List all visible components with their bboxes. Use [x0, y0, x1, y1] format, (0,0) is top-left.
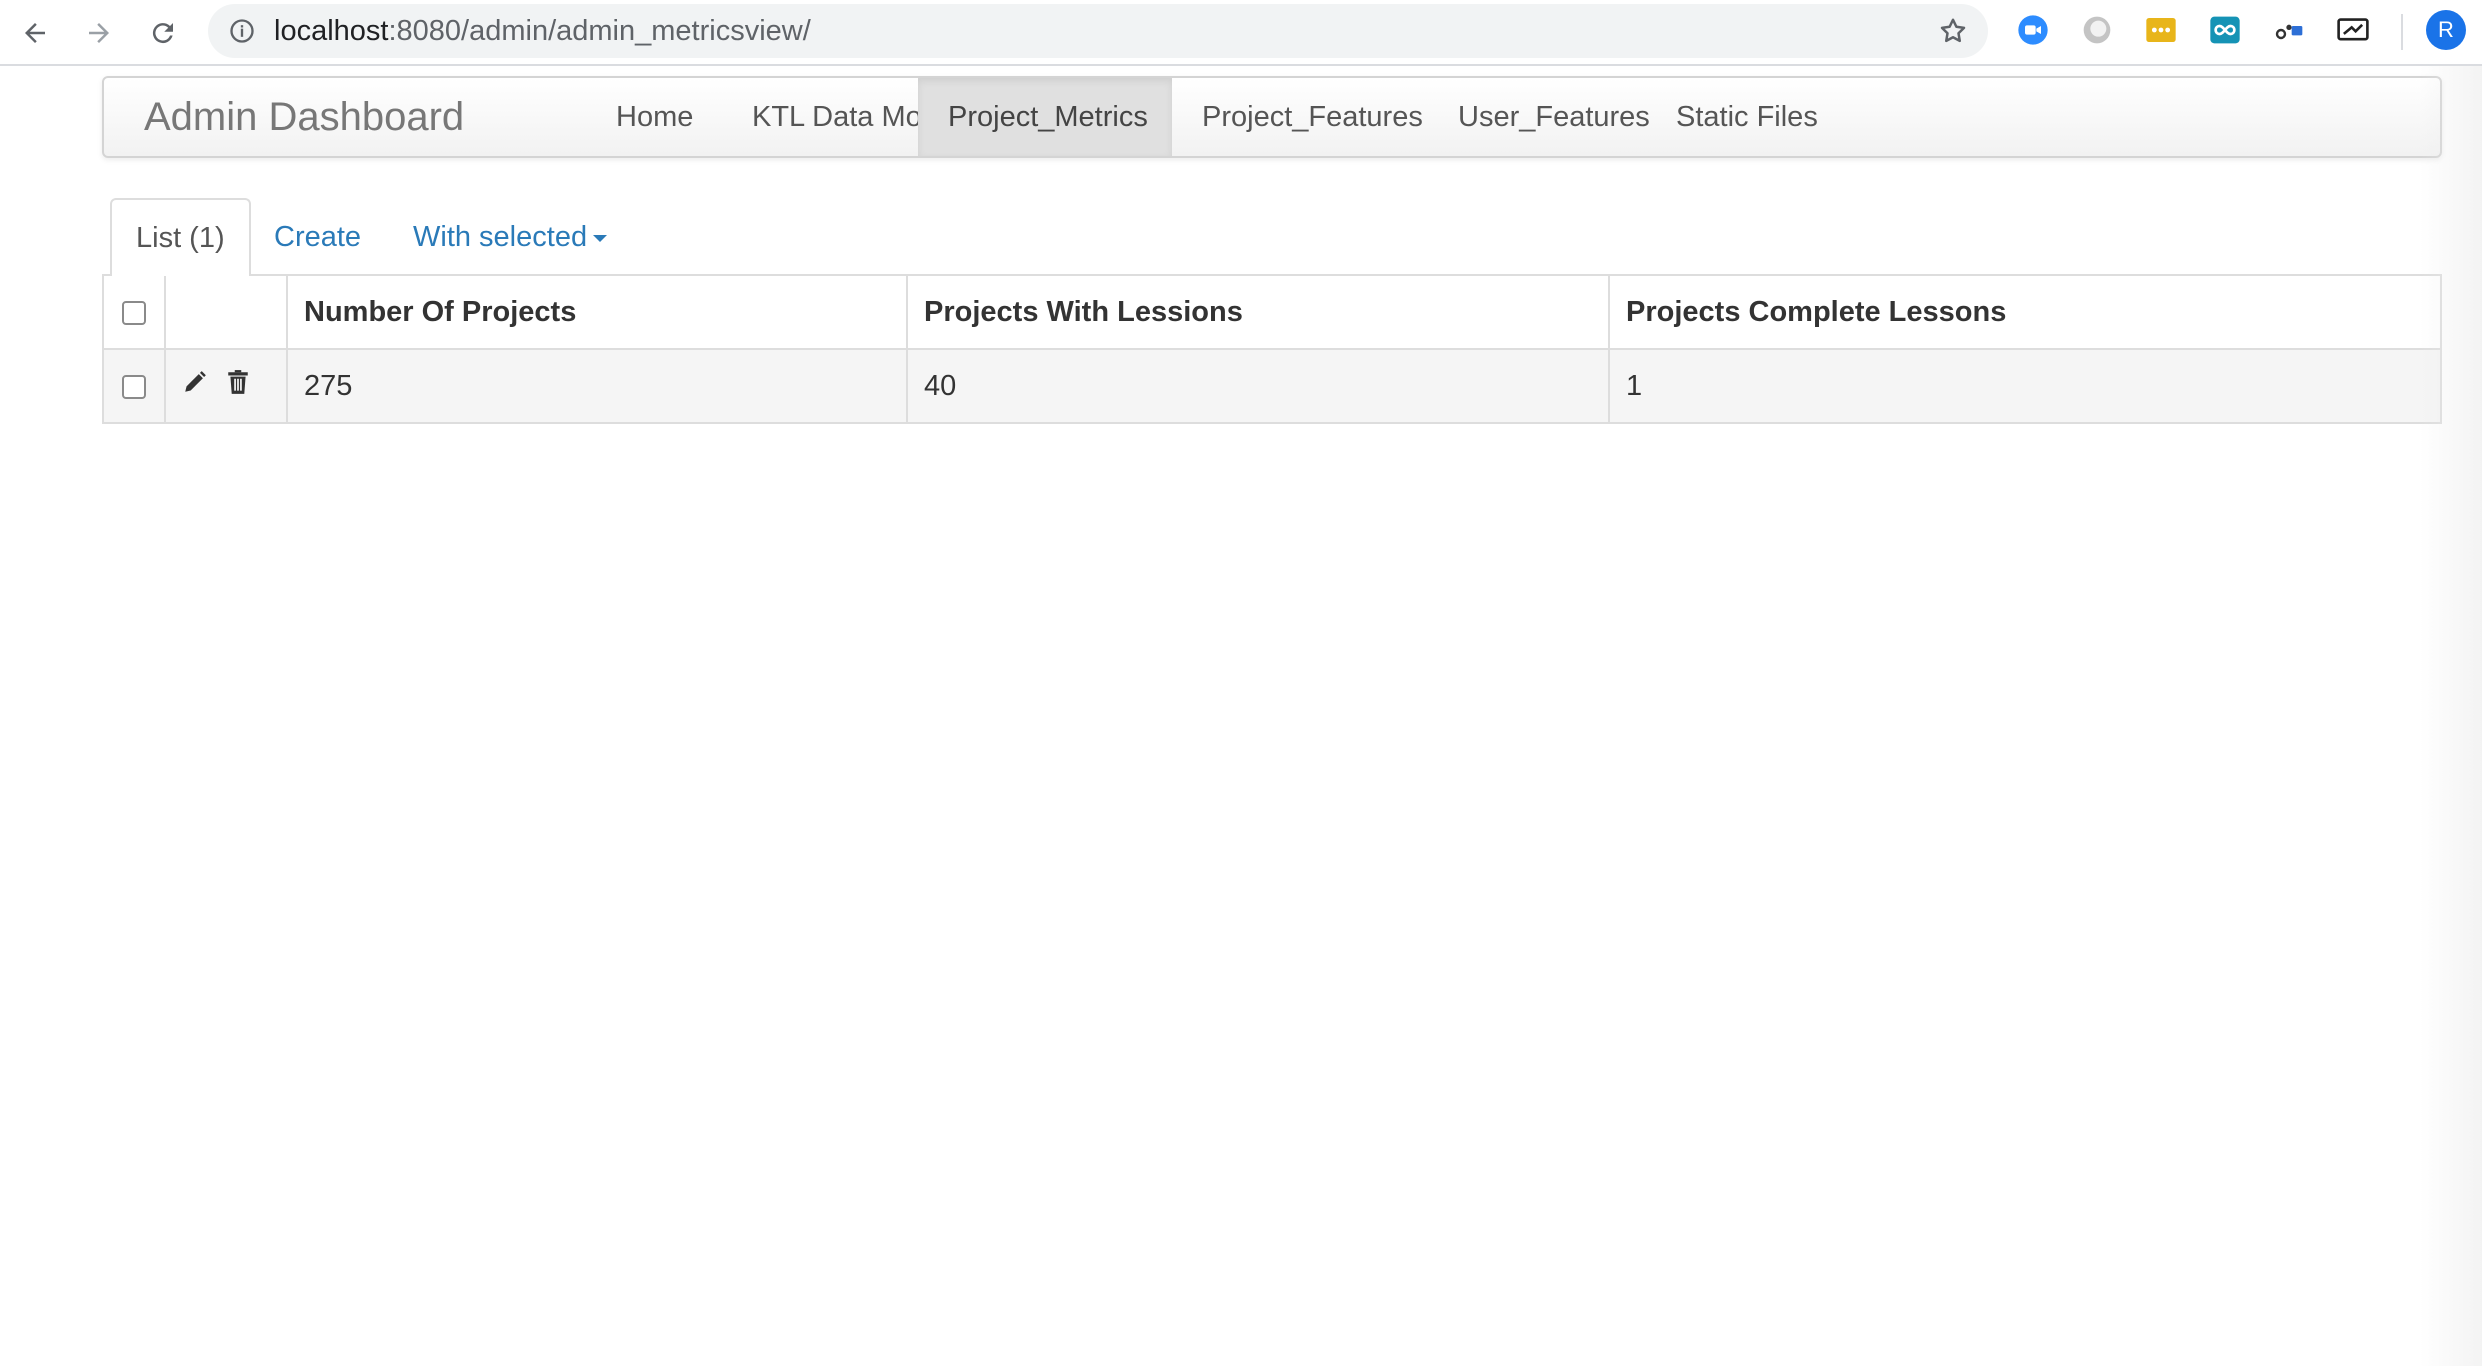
nav-project-features-label: Project_Features: [1202, 101, 1423, 133]
profile-avatar[interactable]: R: [2426, 10, 2466, 50]
view-tabs: List (1) Create With selected: [102, 198, 2442, 276]
caret-down-icon: [593, 234, 608, 242]
nav-static-files[interactable]: Static Files: [1646, 78, 1848, 156]
forward-button[interactable]: [78, 12, 120, 54]
info-icon[interactable]: [228, 17, 256, 50]
dots-icon[interactable]: [2144, 13, 2178, 47]
arrow-right-icon: [89, 23, 109, 43]
browser-toolbar: localhost:8080/admin/admin_metricsview/ …: [0, 0, 2482, 66]
cell-projects-complete-lessons: 1: [1608, 348, 2442, 424]
column-header-projects-with-lessions[interactable]: Projects With Lessions: [906, 274, 1610, 350]
nav-home[interactable]: Home: [586, 78, 723, 156]
reload-icon: [152, 23, 173, 44]
tab-with-selected-label: With selected: [413, 221, 588, 253]
brand-title[interactable]: Admin Dashboard: [144, 78, 464, 156]
arrow-left-icon: [25, 23, 45, 43]
row-actions: [164, 348, 288, 424]
circle-icon[interactable]: [2080, 13, 2114, 47]
infinity-icon[interactable]: [2208, 13, 2242, 47]
table-row: 275 40 1: [102, 348, 2442, 424]
video-camera-icon[interactable]: [2016, 13, 2050, 47]
nav-project-features[interactable]: Project_Features: [1172, 78, 1453, 156]
screen-cast-icon[interactable]: [2336, 13, 2370, 47]
nav-project-metrics-label: Project_Metrics: [948, 101, 1148, 133]
table-header-row: Number Of Projects Projects With Lession…: [102, 274, 2442, 350]
url-path: :8080/admin/admin_metricsview/: [388, 15, 811, 47]
pencil-icon[interactable]: [182, 369, 208, 403]
nav-home-label: Home: [616, 101, 694, 133]
nav-project-metrics[interactable]: Project_Metrics: [918, 78, 1172, 156]
trash-icon[interactable]: [226, 369, 250, 403]
tab-create[interactable]: Create: [274, 198, 361, 276]
column-header-number-of-projects[interactable]: Number Of Projects: [286, 274, 908, 350]
url-host: localhost: [274, 15, 389, 47]
select-all-checkbox[interactable]: [122, 300, 146, 325]
toolbar-divider: [2401, 14, 2403, 50]
nav-user-features[interactable]: User_Features: [1428, 78, 1680, 156]
select-all-cell: [102, 274, 166, 350]
back-button[interactable]: [14, 12, 56, 54]
column-header-projects-complete-lessons[interactable]: Projects Complete Lessons: [1608, 274, 2442, 350]
reload-button[interactable]: [142, 12, 184, 54]
cell-projects-with-lessions: 40: [906, 348, 1610, 424]
top-navbar: Admin Dashboard Home KTL Data Models Pro…: [102, 76, 2442, 158]
url-text[interactable]: localhost:8080/admin/admin_metricsview/: [274, 14, 811, 48]
metrics-table: Number Of Projects Projects With Lession…: [102, 274, 2442, 424]
nav-user-features-label: User_Features: [1458, 101, 1650, 133]
page-edge-shadow: [2420, 66, 2482, 1366]
nav-static-files-label: Static Files: [1676, 101, 1818, 133]
row-checkbox[interactable]: [122, 374, 146, 399]
tab-with-selected[interactable]: With selected: [413, 198, 608, 276]
actions-header: [164, 274, 288, 350]
cell-number-of-projects: 275: [286, 348, 908, 424]
address-bar[interactable]: localhost:8080/admin/admin_metricsview/: [208, 4, 1988, 58]
row-select-cell: [102, 348, 166, 424]
network-icon[interactable]: [2272, 13, 2306, 47]
tab-list[interactable]: List (1): [110, 198, 251, 276]
bookmark-star-icon[interactable]: [1938, 16, 1968, 51]
